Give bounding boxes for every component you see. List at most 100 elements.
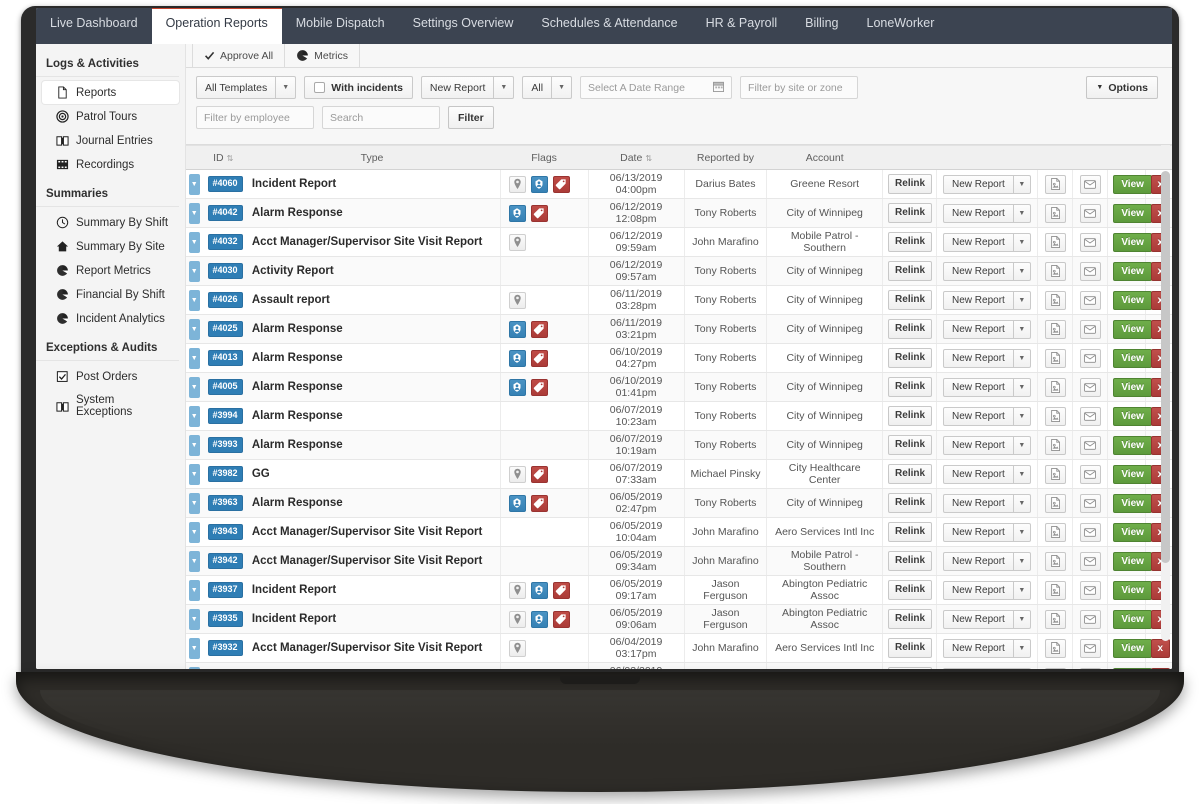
new-report-button[interactable]: New Report bbox=[943, 522, 1014, 542]
chevron-down-icon[interactable]: ▼ bbox=[1013, 261, 1031, 281]
view-button[interactable]: View bbox=[1113, 203, 1152, 223]
report-id-badge[interactable]: #4026 bbox=[207, 292, 243, 308]
sidebar-item-summary-by-site[interactable]: Summary By Site bbox=[42, 235, 179, 258]
new-report-button[interactable]: New Report bbox=[943, 638, 1014, 658]
relink-button[interactable]: Relink bbox=[888, 609, 933, 629]
envelope-icon[interactable] bbox=[1079, 464, 1101, 484]
shield-badge-flag-icon[interactable] bbox=[530, 175, 548, 193]
relink-button[interactable]: Relink bbox=[888, 551, 933, 571]
calendar-icon[interactable] bbox=[713, 81, 725, 95]
view-button[interactable]: View bbox=[1113, 290, 1152, 310]
employee-input[interactable]: Filter by employee bbox=[196, 106, 314, 129]
new-report-button[interactable]: New Report bbox=[943, 319, 1014, 339]
map-pin-flag-icon[interactable] bbox=[508, 639, 526, 657]
new-report-button[interactable]: New Report bbox=[943, 348, 1014, 368]
new-report-button[interactable]: New Report bbox=[943, 261, 1014, 281]
tag-flag-icon[interactable] bbox=[552, 610, 570, 628]
subtab-metrics[interactable]: Metrics bbox=[285, 44, 360, 67]
envelope-icon[interactable] bbox=[1079, 174, 1101, 194]
report-id-badge[interactable]: #3937 bbox=[207, 582, 243, 598]
expand-row-button[interactable]: ▼ bbox=[188, 347, 200, 369]
new-report-split-button[interactable]: New Report▼ bbox=[942, 348, 1032, 368]
new-report-split-button[interactable]: New Report▼ bbox=[942, 377, 1032, 397]
report-id-badge[interactable]: #3994 bbox=[207, 408, 243, 424]
sidebar-item-system-exceptions[interactable]: System Exceptions bbox=[42, 389, 179, 423]
new-report-button[interactable]: New Report bbox=[943, 406, 1014, 426]
chevron-down-icon[interactable]: ▼ bbox=[1013, 667, 1031, 669]
view-button[interactable]: View bbox=[1113, 406, 1152, 426]
pdf-file-icon[interactable] bbox=[1044, 493, 1066, 513]
column-header-id[interactable]: ID ⇅ bbox=[202, 145, 244, 170]
expand-row-button[interactable]: ▼ bbox=[188, 173, 200, 195]
subtab-approve-all[interactable]: Approve All bbox=[192, 44, 286, 67]
tag-flag-icon[interactable] bbox=[530, 465, 548, 483]
view-button[interactable]: View bbox=[1113, 580, 1152, 600]
sidebar-item-recordings[interactable]: Recordings bbox=[42, 153, 179, 176]
relink-button[interactable]: Relink bbox=[888, 638, 933, 658]
relink-button[interactable]: Relink bbox=[888, 290, 933, 310]
tag-flag-icon[interactable] bbox=[552, 175, 570, 193]
pdf-file-icon[interactable] bbox=[1044, 406, 1066, 426]
all-select[interactable]: All ▼ bbox=[522, 76, 573, 99]
expand-row-button[interactable]: ▼ bbox=[188, 608, 200, 630]
sidebar-item-financial-by-shift[interactable]: Financial By Shift bbox=[42, 283, 179, 306]
new-report-split-button[interactable]: New Report▼ bbox=[942, 638, 1032, 658]
envelope-icon[interactable] bbox=[1079, 290, 1101, 310]
new-report-button[interactable]: New Report bbox=[943, 580, 1014, 600]
view-button[interactable]: View bbox=[1113, 232, 1152, 252]
pdf-file-icon[interactable] bbox=[1044, 464, 1066, 484]
envelope-icon[interactable] bbox=[1079, 638, 1101, 658]
search-input[interactable]: Search bbox=[322, 106, 440, 129]
sidebar-item-patrol-tours[interactable]: Patrol Tours bbox=[42, 105, 179, 128]
report-id-badge[interactable]: #4060 bbox=[207, 176, 243, 192]
chevron-down-icon[interactable]: ▼ bbox=[1013, 638, 1031, 658]
relink-button[interactable]: Relink bbox=[888, 232, 933, 252]
report-id-badge[interactable]: #4030 bbox=[207, 263, 243, 279]
relink-button[interactable]: Relink bbox=[888, 522, 933, 542]
chevron-down-icon[interactable]: ▼ bbox=[276, 76, 297, 99]
sidebar-item-summary-by-shift[interactable]: Summary By Shift bbox=[42, 211, 179, 234]
vertical-scrollbar[interactable] bbox=[1161, 171, 1170, 641]
report-id-badge[interactable]: #4032 bbox=[207, 234, 243, 250]
shield-badge-flag-icon[interactable] bbox=[530, 610, 548, 628]
chevron-down-icon[interactable]: ▼ bbox=[1013, 551, 1031, 571]
new-report-split-button[interactable]: New Report▼ bbox=[942, 232, 1032, 252]
checkbox-icon[interactable] bbox=[314, 82, 326, 93]
date-range-input[interactable]: Select A Date Range bbox=[580, 76, 733, 99]
new-report-button[interactable]: New Report bbox=[943, 435, 1014, 455]
envelope-icon[interactable] bbox=[1079, 551, 1101, 571]
relink-button[interactable]: Relink bbox=[888, 261, 933, 281]
expand-row-button[interactable]: ▼ bbox=[188, 231, 200, 253]
chevron-down-icon[interactable]: ▼ bbox=[552, 76, 573, 99]
new-report-button[interactable]: New Report bbox=[943, 667, 1014, 669]
pdf-file-icon[interactable] bbox=[1044, 580, 1066, 600]
map-pin-flag-icon[interactable] bbox=[508, 175, 526, 193]
pdf-file-icon[interactable] bbox=[1044, 203, 1066, 223]
expand-row-button[interactable]: ▼ bbox=[188, 579, 200, 601]
expand-row-button[interactable]: ▼ bbox=[188, 202, 200, 224]
view-button[interactable]: View bbox=[1113, 493, 1152, 513]
options-button[interactable]: ▼ Options bbox=[1086, 76, 1158, 99]
envelope-icon[interactable] bbox=[1079, 435, 1101, 455]
shield-badge-flag-icon[interactable] bbox=[508, 494, 526, 512]
nav-tab-settings-overview[interactable]: Settings Overview bbox=[399, 8, 528, 44]
nav-tab-mobile-dispatch[interactable]: Mobile Dispatch bbox=[282, 8, 399, 44]
shield-badge-flag-icon[interactable] bbox=[530, 581, 548, 599]
all-select-label[interactable]: All bbox=[522, 76, 553, 99]
new-report-split-button[interactable]: New Report▼ bbox=[942, 580, 1032, 600]
envelope-icon[interactable] bbox=[1079, 522, 1101, 542]
map-pin-flag-icon[interactable] bbox=[508, 581, 526, 599]
report-id-badge[interactable]: #3943 bbox=[207, 524, 243, 540]
envelope-icon[interactable] bbox=[1079, 667, 1101, 669]
site-zone-input[interactable]: Filter by site or zone bbox=[740, 76, 859, 99]
expand-row-button[interactable]: ▼ bbox=[188, 289, 200, 311]
with-incidents-toggle[interactable]: With incidents bbox=[304, 76, 413, 99]
new-report-split-button[interactable]: New Report▼ bbox=[942, 261, 1032, 281]
chevron-down-icon[interactable]: ▼ bbox=[1013, 377, 1031, 397]
relink-button[interactable]: Relink bbox=[888, 464, 933, 484]
report-id-badge[interactable]: #3982 bbox=[207, 466, 243, 482]
sidebar-item-report-metrics[interactable]: Report Metrics bbox=[42, 259, 179, 282]
report-id-badge[interactable]: #3993 bbox=[207, 437, 243, 453]
sort-icon[interactable]: ⇅ bbox=[227, 154, 234, 163]
new-report-split-button[interactable]: New Report▼ bbox=[942, 667, 1032, 669]
